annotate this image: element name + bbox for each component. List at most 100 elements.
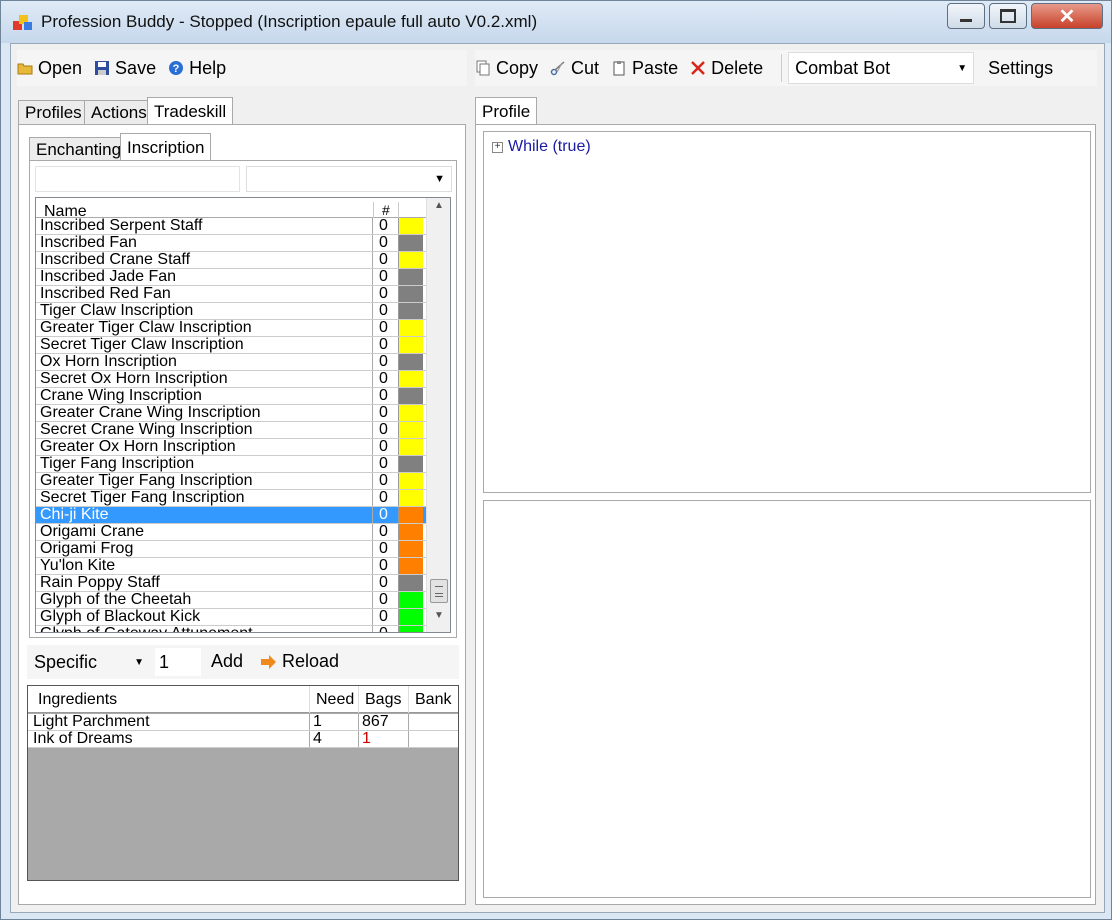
recipe-search-input[interactable] [35,166,240,192]
close-button[interactable]: ✕ [1031,3,1103,29]
recipe-row[interactable]: Chi-ji Kite 0 [36,507,426,524]
recipe-name: Origami Crane [40,524,145,540]
open-button[interactable]: Open [17,58,82,79]
craft-mode-value: Specific [34,651,98,672]
property-panel[interactable] [483,500,1091,898]
tree-node-label: While (true) [508,138,591,155]
recipe-row[interactable]: Ox Horn Inscription 0 [36,354,426,371]
recipe-name: Inscribed Serpent Staff [40,218,203,234]
recipe-name: Rain Poppy Staff [40,575,160,591]
recipe-row[interactable]: Yu'lon Kite 0 [36,558,426,575]
save-button[interactable]: Save [94,58,156,79]
recipe-row[interactable]: Origami Frog 0 [36,541,426,558]
delete-button[interactable]: Delete [690,58,763,79]
recipe-row[interactable]: Inscribed Crane Staff 0 [36,252,426,269]
recipe-difficulty-swatch [398,337,423,353]
scroll-down-arrow-icon[interactable]: ▼ [427,610,450,630]
recipe-list[interactable]: Name # Inscribed Serpent Staff 0 Inscribed… [35,197,451,633]
craft-mode-select[interactable]: Specific ▼ [27,647,151,677]
ingredients-grid[interactable]: Ingredients Need Bags Bank Light Parchme… [27,685,459,881]
recipe-difficulty-swatch [398,558,423,574]
scroll-up-arrow-icon[interactable]: ▲ [427,200,450,220]
bot-select-value: Combat Bot [795,57,891,78]
profile-tree[interactable]: + While (true) [483,131,1091,493]
recipe-row[interactable]: Secret Ox Horn Inscription 0 [36,371,426,388]
title-bar[interactable]: Profession Buddy - Stopped (Inscription … [1,1,1111,43]
craft-toolbar: Specific ▼ Add Reload [27,645,459,679]
ingredient-bank [408,731,458,747]
ingredients-header: Ingredients Need Bags Bank [28,686,458,713]
tab-inscription[interactable]: Inscription [120,133,212,161]
recipe-name: Yu'lon Kite [40,558,116,574]
recipe-filter-select[interactable]: ▼ [246,166,452,192]
recipe-name: Inscribed Fan [40,235,137,251]
recipe-difficulty-swatch [398,286,423,302]
column-header-color[interactable] [398,202,426,218]
maximize-button[interactable] [989,3,1027,29]
tree-node-while[interactable]: + While (true) [492,138,591,156]
tab-profiles[interactable]: Profiles [18,100,89,124]
recipe-row[interactable]: Crane Wing Inscription 0 [36,388,426,405]
tab-enchanting-label: Enchanting [36,139,122,159]
recipe-row[interactable]: Secret Tiger Claw Inscription 0 [36,337,426,354]
ingredients-header-bags[interactable]: Bags [358,686,406,713]
cut-button[interactable]: Cut [550,58,599,79]
recipe-row[interactable]: Greater Tiger Fang Inscription 0 [36,473,426,490]
recipe-row[interactable]: Tiger Claw Inscription 0 [36,303,426,320]
recipe-difficulty-swatch [398,524,423,540]
tab-actions[interactable]: Actions [84,100,154,124]
recipe-row[interactable]: Inscribed Serpent Staff 0 [36,218,426,235]
inscription-panel: ▼ Name # Inscribed Serpent Staff 0 Inscrib… [29,160,457,638]
application-window: Profession Buddy - Stopped (Inscription … [0,0,1112,920]
minimize-icon [960,18,972,22]
ingredient-row[interactable]: Ink of Dreams 4 1 [28,731,458,748]
recipe-name: Tiger Fang Inscription [40,456,195,472]
column-header-count[interactable]: # [373,202,399,218]
recipe-row[interactable]: Greater Tiger Claw Inscription 0 [36,320,426,337]
recipe-difficulty-swatch [398,371,423,387]
ingredients-header-need[interactable]: Need [309,686,357,713]
recipe-difficulty-swatch [398,456,423,472]
paste-button[interactable]: Paste [611,58,678,79]
recipe-difficulty-swatch [398,490,423,506]
settings-button[interactable]: Settings [988,58,1053,79]
recipe-row[interactable]: Secret Tiger Fang Inscription 0 [36,490,426,507]
recipe-list-scrollbar[interactable]: ▲ ▼ [426,198,450,632]
recipe-difficulty-swatch [398,218,423,234]
ingredient-need: 1 [309,714,358,730]
tab-tradeskill[interactable]: Tradeskill [147,97,234,125]
copy-button[interactable]: Copy [475,58,538,79]
recipe-row[interactable]: Inscribed Fan 0 [36,235,426,252]
recipe-name: Secret Tiger Fang Inscription [40,490,245,506]
recipe-row[interactable]: Rain Poppy Staff 0 [36,575,426,592]
add-button[interactable]: Add [211,651,243,672]
delete-x-icon [691,61,705,75]
minimize-button[interactable] [947,3,985,29]
recipe-difficulty-swatch [398,575,423,591]
recipe-row[interactable]: Glyph of Blackout Kick 0 [36,609,426,626]
recipe-row[interactable]: Greater Crane Wing Inscription 0 [36,405,426,422]
recipe-name: Greater Tiger Claw Inscription [40,320,252,336]
bot-select[interactable]: Combat Bot ▼ [788,52,975,84]
ingredients-header-bank[interactable]: Bank [408,686,458,713]
recipe-row[interactable]: Greater Ox Horn Inscription 0 [36,439,426,456]
scroll-thumb[interactable] [430,579,448,603]
recipe-name: Glyph of Blackout Kick [40,609,201,625]
recipe-row[interactable]: Glyph of Gateway Attunement0 [36,626,426,632]
recipe-row[interactable]: Inscribed Red Fan 0 [36,286,426,303]
recipe-row[interactable]: Inscribed Jade Fan 0 [36,269,426,286]
tab-enchanting[interactable]: Enchanting [29,137,129,161]
craft-quantity-input[interactable] [155,648,201,676]
ingredients-header-name[interactable]: Ingredients [38,691,117,709]
recipe-row[interactable]: Origami Crane 0 [36,524,426,541]
recipe-row[interactable]: Glyph of the Cheetah 0 [36,592,426,609]
tab-profile[interactable]: Profile [475,97,538,125]
ingredient-row[interactable]: Light Parchment 1 867 [28,714,458,731]
tab-profiles-label: Profiles [25,102,82,122]
recipe-row[interactable]: Secret Crane Wing Inscription 0 [36,422,426,439]
save-label: Save [115,57,157,78]
help-button[interactable]: ? Help [168,58,226,79]
reload-button[interactable]: Reload [259,651,339,672]
tree-expand-icon[interactable]: + [492,141,503,153]
recipe-row[interactable]: Tiger Fang Inscription 0 [36,456,426,473]
